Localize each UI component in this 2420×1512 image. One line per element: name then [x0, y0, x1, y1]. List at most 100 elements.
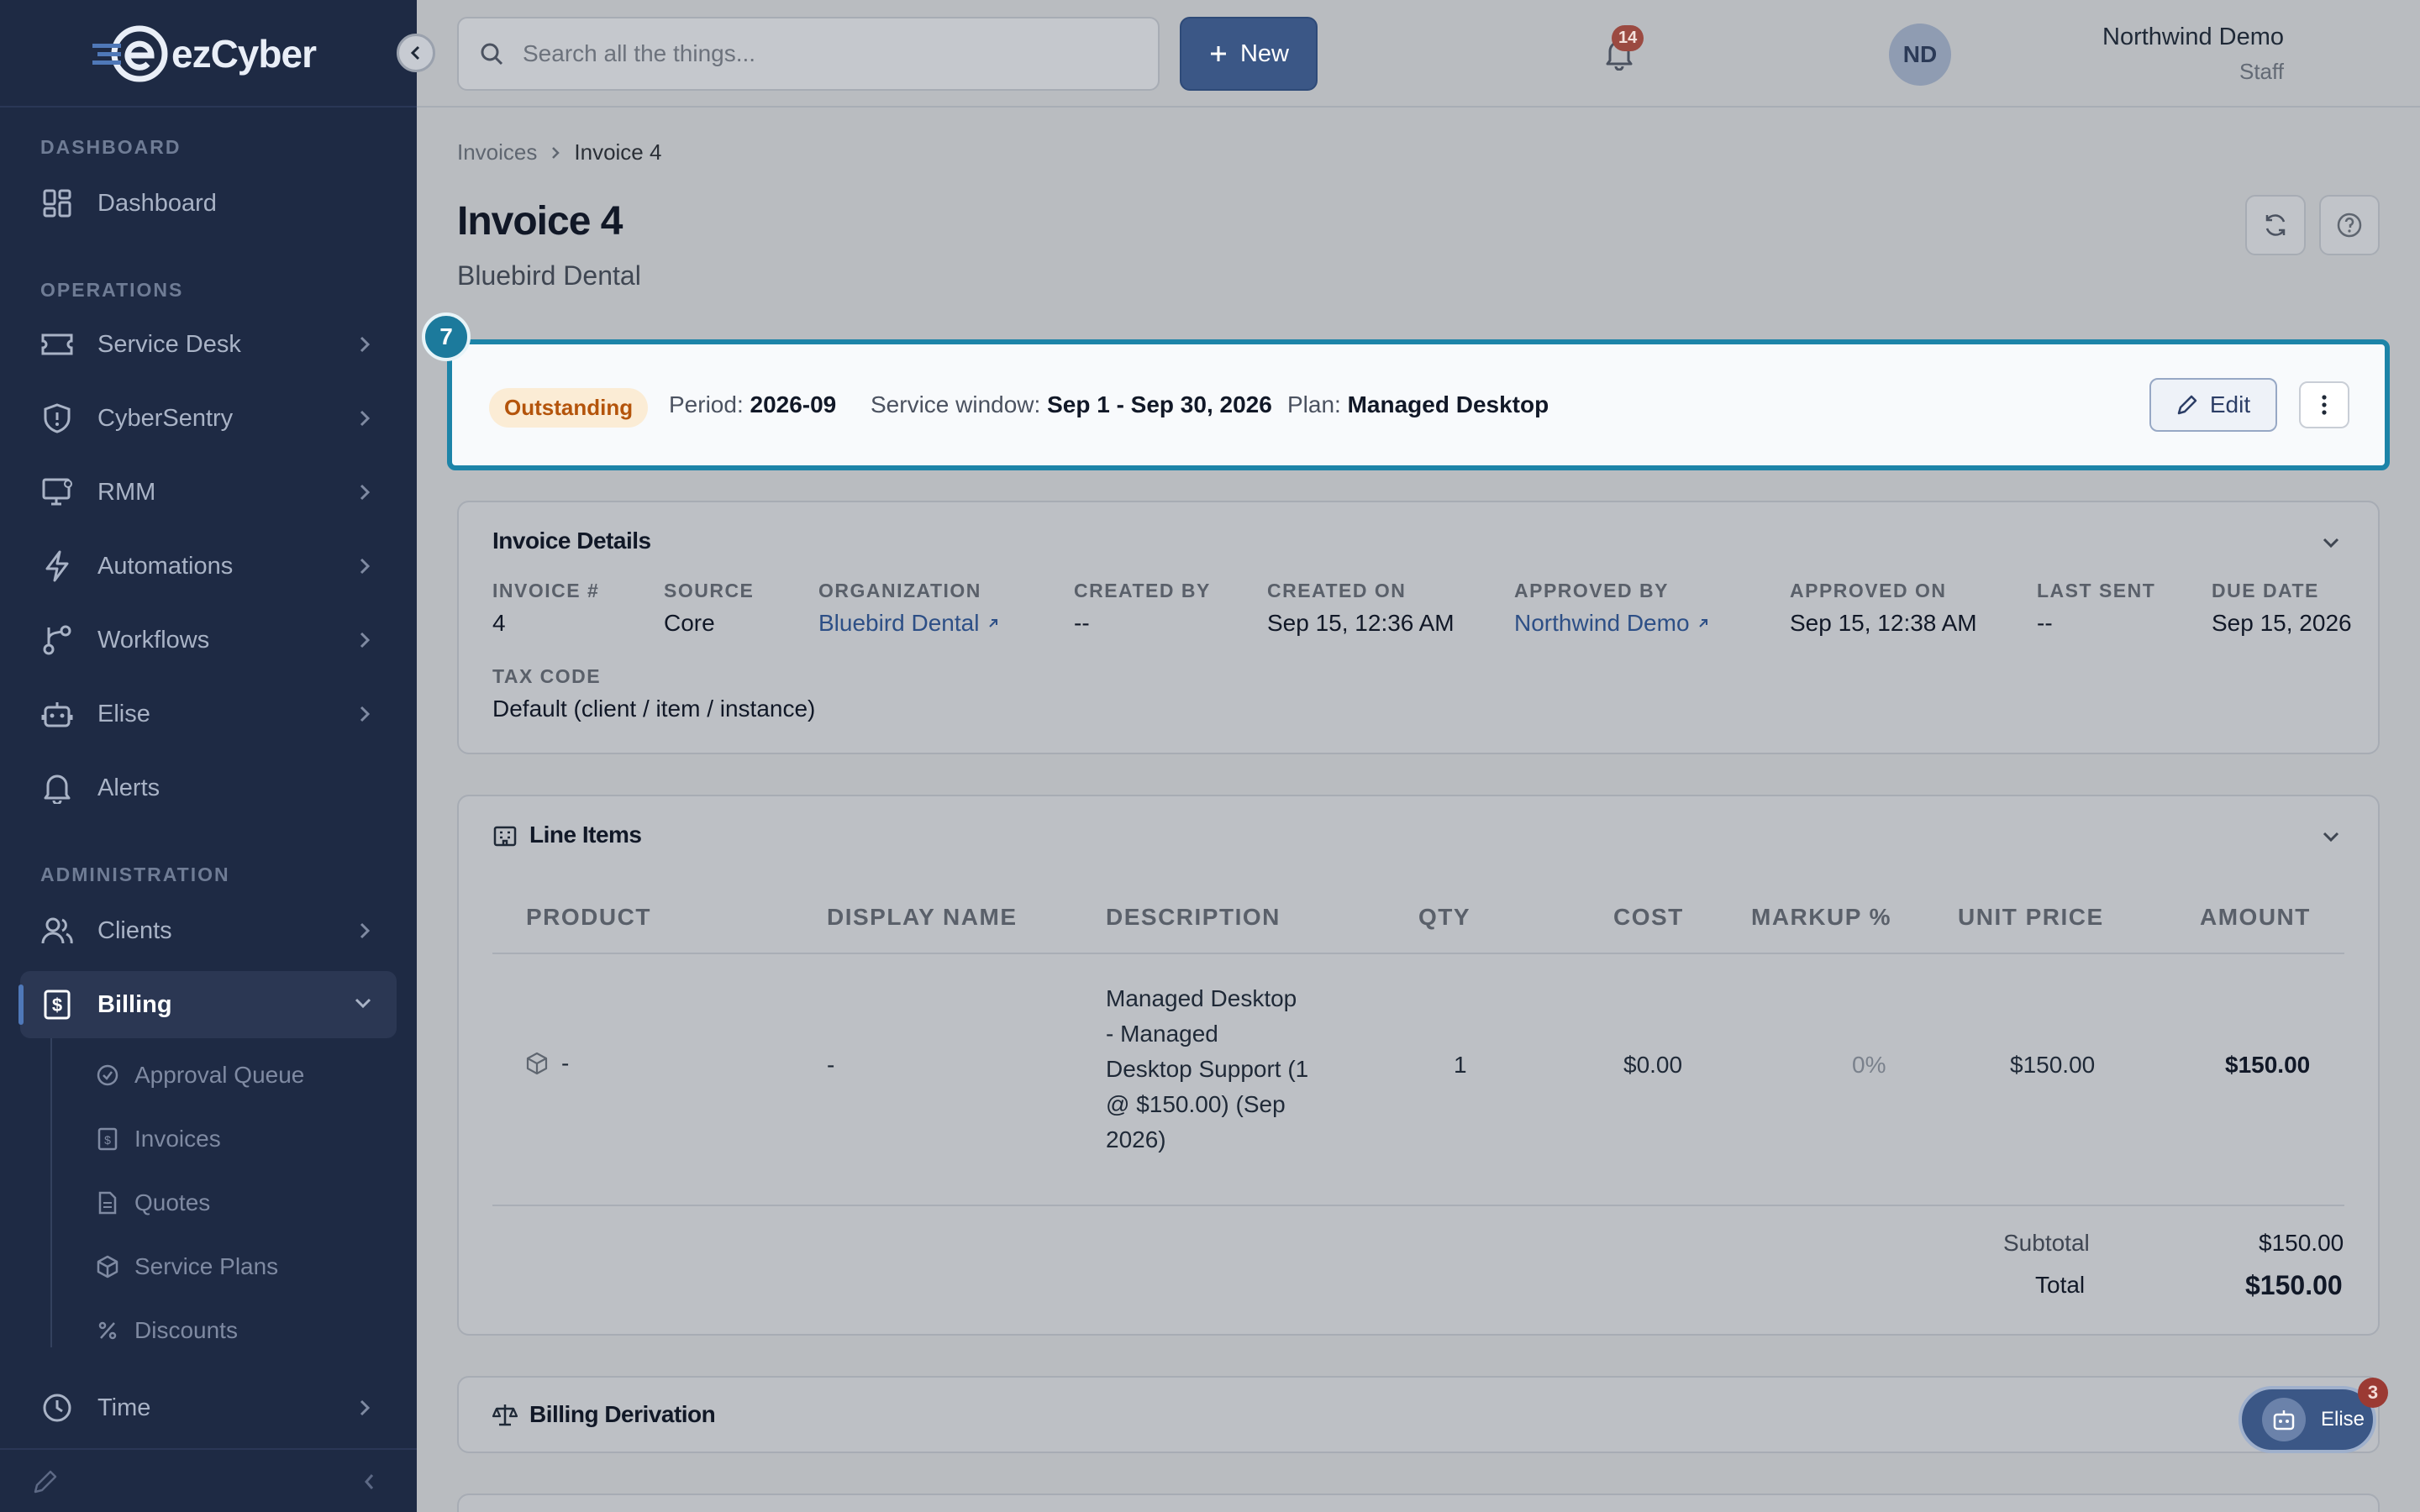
avatar[interactable]: ND [1889, 24, 1951, 86]
description-line: - Managed [1106, 1021, 1218, 1047]
elise-assistant-button[interactable]: Elise [2238, 1386, 2376, 1453]
breadcrumb: Invoices Invoice 4 [457, 139, 661, 165]
sidebar-subitem-invoices[interactable]: $ Invoices [96, 1114, 221, 1164]
sidebar-subitem-discounts[interactable]: Discounts [96, 1305, 238, 1356]
column-header-unit-price[interactable]: UNIT PRICE [1958, 904, 2104, 931]
last-sent-label: LAST SENT [2037, 580, 2156, 601]
package-icon [96, 1255, 119, 1278]
sidebar-item-alerts[interactable]: Alerts [20, 754, 397, 822]
chevron-down-icon [355, 998, 371, 1009]
table-footer-divider [492, 1205, 2344, 1206]
approved-on-label: APPROVED ON [1790, 580, 1947, 601]
sidebar-item-label: Automations [97, 552, 234, 580]
step-number-badge: 7 [422, 312, 471, 361]
ezcyber-logo-icon [92, 25, 168, 82]
pencil-icon[interactable] [32, 1468, 59, 1495]
chevron-left-icon [410, 45, 420, 60]
column-header-amount[interactable]: AMOUNT [2200, 904, 2311, 931]
breadcrumb-invoices-link[interactable]: Invoices [457, 139, 537, 165]
organization-link[interactable]: Bluebird Dental [818, 610, 1001, 637]
card-title-text: Billing Derivation [529, 1401, 716, 1427]
svg-text:$: $ [104, 1133, 111, 1147]
subtotal-label: Subtotal [2003, 1230, 2090, 1256]
sidebar-subitem-approval-queue[interactable]: Approval Queue [96, 1050, 304, 1100]
invoice-icon: $ [96, 1127, 119, 1151]
sidebar-item-cybersentry[interactable]: CyberSentry [20, 385, 397, 452]
column-header-display-name[interactable]: DISPLAY NAME [827, 904, 1018, 931]
collapse-chevron-icon[interactable] [2319, 827, 2343, 847]
sidebar-item-dashboard[interactable]: Dashboard [20, 170, 397, 237]
search-box[interactable] [457, 17, 1160, 91]
sidebar: ezCyber DASHBOARD Dashboard OPERATIONS S… [0, 0, 435, 1512]
sidebar-item-rmm[interactable]: RMM [20, 459, 397, 526]
app-name: ezCyber [171, 32, 317, 76]
new-button[interactable]: New [1180, 17, 1318, 91]
chevron-left-icon[interactable] [360, 1470, 380, 1494]
chevron-right-icon [360, 706, 371, 722]
logo-bar: ezCyber [0, 0, 417, 108]
approved-by-link[interactable]: Northwind Demo [1514, 610, 1711, 637]
ticket-icon [40, 328, 74, 361]
line-items-title: Line Items [492, 822, 642, 848]
search-input[interactable] [523, 40, 1111, 67]
edit-button[interactable]: Edit [2149, 378, 2277, 432]
sidebar-subitem-service-plans[interactable]: Service Plans [96, 1242, 278, 1292]
refresh-icon [2265, 214, 2286, 236]
sidebar-subitem-label: Quotes [134, 1189, 211, 1215]
sidebar-item-label: Service Desk [97, 330, 241, 358]
building-icon [493, 826, 517, 847]
cost-value: $0.00 [1623, 1052, 1683, 1078]
sidebar-item-automations[interactable]: Automations [20, 533, 397, 600]
external-link-icon [989, 619, 998, 627]
column-header-qty[interactable]: QTY [1418, 904, 1470, 931]
sidebar-item-workflows[interactable]: Workflows [20, 606, 397, 674]
lightning-icon [40, 549, 74, 583]
card-title-text: Line Items [529, 822, 642, 848]
billing-derivation-card[interactable]: Billing Derivation [457, 1376, 2380, 1453]
sidebar-subitem-label: Approval Queue [134, 1062, 305, 1088]
app-logo[interactable]: ezCyber [91, 24, 317, 84]
sidebar-item-time[interactable]: Time [20, 1374, 397, 1441]
chevron-right-icon [360, 558, 371, 575]
refresh-button[interactable] [2245, 195, 2306, 255]
search-icon [481, 43, 503, 66]
invoice-number-label: INVOICE # [492, 580, 600, 601]
approved-by-value: Northwind Demo [1514, 610, 1690, 636]
sidebar-subitem-quotes[interactable]: Quotes [96, 1178, 210, 1228]
collapse-chevron-icon[interactable] [2319, 533, 2343, 553]
elise-label: Elise [2321, 1408, 2365, 1431]
plan-value: Managed Desktop [1347, 391, 1549, 417]
column-header-product[interactable]: PRODUCT [526, 904, 651, 931]
percent-icon [96, 1319, 119, 1342]
more-actions-button[interactable] [2299, 381, 2349, 428]
column-header-markup[interactable]: MARKUP % [1751, 904, 1891, 931]
description-cell: Managed Desktop - Managed Desktop Suppor… [1106, 981, 1308, 1158]
user-role: Staff [2238, 59, 2284, 84]
approved-by-label: APPROVED BY [1514, 580, 1669, 601]
sidebar-item-label: Dashboard [97, 189, 217, 217]
sidebar-item-clients[interactable]: Clients [20, 897, 397, 964]
sidebar-subitem-label: Service Plans [134, 1253, 279, 1279]
sidebar-item-billing[interactable]: $ Billing [18, 971, 397, 1038]
sidebar-footer [0, 1448, 417, 1512]
edit-button-label: Edit [2209, 391, 2251, 417]
user-name[interactable]: Northwind Demo [2102, 24, 2284, 51]
unit-price-value: $150.00 [2010, 1052, 2096, 1078]
due-date-value: Sep 15, 2026 [2212, 610, 2352, 636]
due-date-label: DUE DATE [2212, 580, 2319, 601]
column-header-cost[interactable]: COST [1613, 904, 1684, 931]
chevron-right-icon [360, 632, 371, 648]
billing-derivation-title: Billing Derivation [492, 1401, 716, 1428]
description-line: Managed Desktop [1106, 985, 1297, 1011]
collapse-sidebar-button[interactable] [397, 34, 435, 72]
chevron-right-icon [360, 484, 371, 501]
description-line: Desktop Support (1 [1106, 1056, 1309, 1082]
sidebar-item-elise[interactable]: Elise [20, 680, 397, 748]
column-header-description[interactable]: DESCRIPTION [1106, 904, 1281, 931]
sidebar-item-service-desk[interactable]: Service Desk [20, 311, 397, 378]
help-button[interactable] [2319, 195, 2380, 255]
invoice-number-value: 4 [492, 610, 506, 636]
svg-text:$: $ [52, 995, 62, 1016]
chevron-right-icon [360, 336, 371, 353]
page-title: Invoice 4 [457, 199, 623, 244]
